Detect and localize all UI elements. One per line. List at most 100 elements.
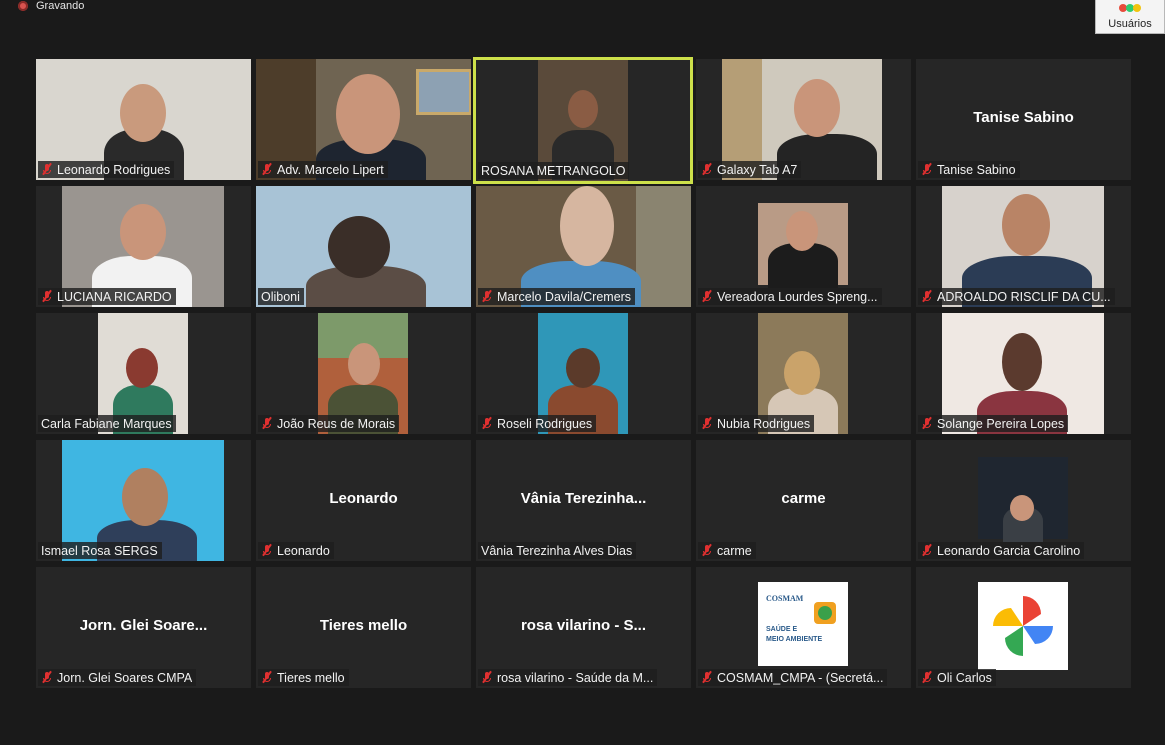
- participant-tile[interactable]: Ismael Rosa SERGS: [36, 440, 251, 561]
- participant-name: ROSANA METRANGOLO: [481, 163, 626, 178]
- participant-name: Tieres mello: [277, 670, 345, 685]
- participant-caption: Solange Pereira Lopes: [918, 415, 1069, 432]
- participant-tile[interactable]: Leonardo Leonardo: [256, 440, 471, 561]
- recording-icon: [18, 1, 28, 11]
- participant-tile[interactable]: Tanise Sabino Tanise Sabino: [916, 59, 1131, 180]
- participant-tile[interactable]: carme carme: [696, 440, 911, 561]
- mic-muted-icon: [41, 289, 53, 303]
- participant-name: rosa vilarino - Saúde da M...: [497, 670, 654, 685]
- participant-display-name: Leonardo: [329, 490, 398, 507]
- participant-name: LUCIANA RICARDO: [57, 289, 172, 304]
- participant-caption: Galaxy Tab A7: [698, 161, 802, 178]
- participant-caption: Tieres mello: [258, 669, 349, 686]
- mic-muted-icon: [481, 670, 493, 684]
- participant-tile[interactable]: Jorn. Glei Soare... Jorn. Glei Soares CM…: [36, 567, 251, 688]
- participant-caption: Vereadora Lourdes Spreng...: [698, 288, 882, 305]
- participant-display-name: Tanise Sabino: [973, 109, 1074, 126]
- mic-muted-icon: [261, 543, 273, 557]
- mic-muted-icon: [261, 162, 273, 176]
- participant-caption: João Reus de Morais: [258, 415, 400, 432]
- participant-tile[interactable]: Carla Fabiane Marques: [36, 313, 251, 434]
- participant-tile[interactable]: Galaxy Tab A7: [696, 59, 911, 180]
- mic-muted-icon: [41, 670, 53, 684]
- participant-display-name: Jorn. Glei Soare...: [79, 617, 208, 634]
- participant-caption: carme: [698, 542, 756, 559]
- participant-name: Galaxy Tab A7: [717, 162, 798, 177]
- mic-muted-icon: [481, 416, 493, 430]
- participant-tile[interactable]: Marcelo Davila/Cremers: [476, 186, 691, 307]
- participant-name: COSMAM_CMPA - (Secretá...: [717, 670, 884, 685]
- participant-name: ADROALDO RISCLIF DA CU...: [937, 289, 1111, 304]
- mic-muted-icon: [701, 543, 713, 557]
- mic-muted-icon: [701, 416, 713, 430]
- participant-name: Jorn. Glei Soares CMPA: [57, 670, 193, 685]
- participant-name: Adv. Marcelo Lipert: [277, 162, 384, 177]
- participant-tile[interactable]: COSMAM SAÚDE E MEIO AMBIENTE COSMAM_CMPA…: [696, 567, 911, 688]
- participant-name: Vereadora Lourdes Spreng...: [717, 289, 878, 304]
- participant-tile[interactable]: LUCIANA RICARDO: [36, 186, 251, 307]
- participant-tile[interactable]: ADROALDO RISCLIF DA CU...: [916, 186, 1131, 307]
- participant-caption: Adv. Marcelo Lipert: [258, 161, 388, 178]
- participant-tile[interactable]: Oli Carlos: [916, 567, 1131, 688]
- participant-tile[interactable]: João Reus de Morais: [256, 313, 471, 434]
- participant-name: Leonardo Garcia Carolino: [937, 543, 1081, 558]
- participant-caption: COSMAM_CMPA - (Secretá...: [698, 669, 888, 686]
- mic-muted-icon: [921, 543, 933, 557]
- recording-indicator: Gravando: [18, 0, 84, 12]
- participant-caption: Leonardo Garcia Carolino: [918, 542, 1085, 559]
- participant-caption: Carla Fabiane Marques: [38, 415, 176, 432]
- participant-display-name: Vânia Terezinha...: [520, 490, 647, 507]
- participant-caption: ROSANA METRANGOLO: [478, 162, 630, 179]
- participant-grid: Leonardo Rodrigues Adv. Marcelo Lipert R…: [34, 57, 1134, 688]
- users-button-label: Usuários: [1108, 18, 1152, 30]
- participant-caption: Oli Carlos: [918, 669, 996, 686]
- participant-name: Tanise Sabino: [937, 162, 1016, 177]
- participant-name: Solange Pereira Lopes: [937, 416, 1065, 431]
- users-icon: [1119, 4, 1141, 16]
- participant-caption: Leonardo Rodrigues: [38, 161, 175, 178]
- participant-tile[interactable]: rosa vilarino - S... rosa vilarino - Saú…: [476, 567, 691, 688]
- participant-name: Leonardo Rodrigues: [57, 162, 171, 177]
- participant-name: carme: [717, 543, 752, 558]
- participant-name: Ismael Rosa SERGS: [41, 543, 158, 558]
- video-feed: [978, 457, 1068, 542]
- participant-tile[interactable]: Vereadora Lourdes Spreng...: [696, 186, 911, 307]
- mic-muted-icon: [921, 162, 933, 176]
- participant-tile[interactable]: Leonardo Rodrigues: [36, 59, 251, 180]
- participant-tile[interactable]: Leonardo Garcia Carolino: [916, 440, 1131, 561]
- cosmam-logo: COSMAM SAÚDE E MEIO AMBIENTE: [758, 582, 848, 666]
- participant-caption: Leonardo: [258, 542, 334, 559]
- participant-name: Vânia Terezinha Alves Dias: [481, 543, 633, 558]
- participant-caption: LUCIANA RICARDO: [38, 288, 176, 305]
- participant-caption: Marcelo Davila/Cremers: [478, 288, 636, 305]
- participant-name: Roseli Rodrigues: [497, 416, 593, 431]
- participant-tile[interactable]: Adv. Marcelo Lipert: [256, 59, 471, 180]
- participant-caption: Ismael Rosa SERGS: [38, 542, 162, 559]
- mic-muted-icon: [921, 670, 933, 684]
- participant-display-name: Tieres mello: [319, 617, 408, 634]
- participant-tile[interactable]: Vânia Terezinha... Vânia Terezinha Alves…: [476, 440, 691, 561]
- participant-name: Leonardo: [277, 543, 330, 558]
- pinwheel-avatar-icon: [978, 582, 1068, 670]
- participant-tile[interactable]: Oliboni: [256, 186, 471, 307]
- participant-tile[interactable]: Roseli Rodrigues: [476, 313, 691, 434]
- participant-name: Oli Carlos: [937, 670, 992, 685]
- participant-caption: Jorn. Glei Soares CMPA: [38, 669, 197, 686]
- mic-muted-icon: [261, 670, 273, 684]
- participant-tile[interactable]: Tieres mello Tieres mello: [256, 567, 471, 688]
- participant-caption: Roseli Rodrigues: [478, 415, 597, 432]
- participant-caption: ADROALDO RISCLIF DA CU...: [918, 288, 1115, 305]
- participant-tile-active[interactable]: ROSANA METRANGOLO: [473, 57, 693, 184]
- participant-caption: Tanise Sabino: [918, 161, 1020, 178]
- participant-caption: Nubia Rodrigues: [698, 415, 815, 432]
- mic-muted-icon: [701, 162, 713, 176]
- participant-tile[interactable]: Solange Pereira Lopes: [916, 313, 1131, 434]
- mic-muted-icon: [41, 162, 53, 176]
- top-bar: Gravando Usuários: [0, 0, 1165, 40]
- participant-caption: rosa vilarino - Saúde da M...: [478, 669, 658, 686]
- participant-name: Oliboni: [261, 289, 300, 304]
- users-button[interactable]: Usuários: [1095, 0, 1165, 34]
- mic-muted-icon: [261, 416, 273, 430]
- participant-tile[interactable]: Nubia Rodrigues: [696, 313, 911, 434]
- participant-name: Carla Fabiane Marques: [41, 416, 172, 431]
